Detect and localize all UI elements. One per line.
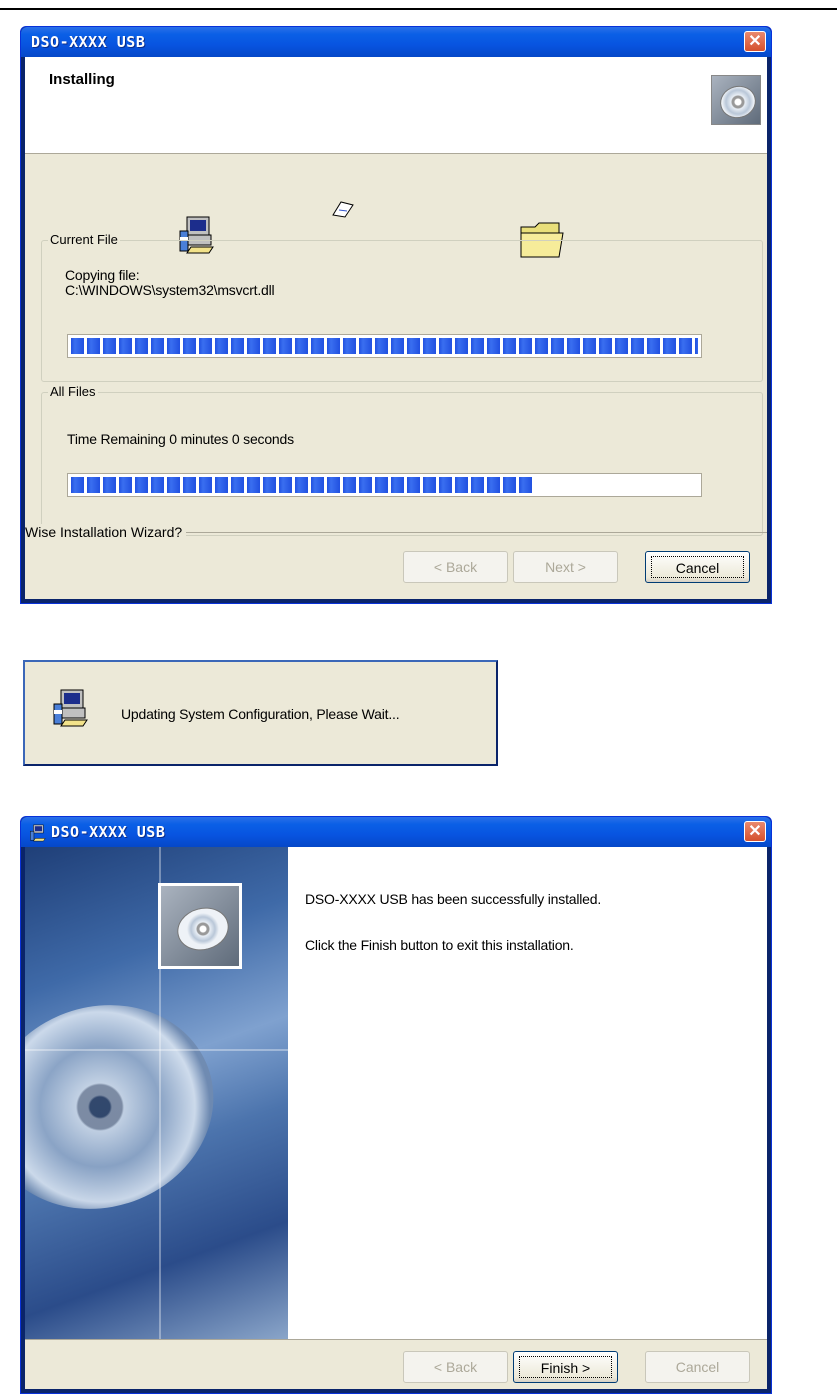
installer-computer-icon bbox=[30, 824, 46, 842]
window-client-area: DSO-XXXX USB has been successfully insta… bbox=[25, 847, 767, 1389]
installer-computer-icon bbox=[53, 689, 88, 727]
next-button[interactable]: Next > bbox=[513, 551, 618, 583]
copying-path: C:\WINDOWS\system32\msvcrt.dll bbox=[65, 282, 275, 298]
cd-icon bbox=[158, 883, 242, 969]
back-button-label: < Back bbox=[433, 559, 478, 575]
window-client-area: Installing Current File Copying file: C:… bbox=[25, 57, 767, 599]
window-title: DSO-XXXX USB bbox=[31, 33, 146, 51]
updating-config-dialog: Updating System Configuration, Please Wa… bbox=[23, 660, 498, 766]
cancel-button[interactable]: Cancel bbox=[645, 1351, 750, 1383]
cd-icon bbox=[711, 75, 761, 125]
all-files-progress-fill bbox=[71, 477, 535, 493]
cancel-button-label: Cancel bbox=[675, 1359, 720, 1375]
current-file-group-label: Current File bbox=[48, 232, 120, 248]
current-file-progress-bar bbox=[67, 334, 702, 358]
title-bar[interactable]: DSO-XXXX USB ✕ bbox=[21, 27, 771, 57]
back-button[interactable]: < Back bbox=[403, 1351, 508, 1383]
finish-button[interactable]: Finish > bbox=[513, 1351, 618, 1383]
title-bar[interactable]: DSO-XXXX USB ✕ bbox=[21, 817, 771, 847]
all-files-group-label: All Files bbox=[48, 384, 98, 400]
installing-window: DSO-XXXX USB ✕ Installing Current File C… bbox=[20, 26, 772, 604]
window-title: DSO-XXXX USB bbox=[51, 823, 166, 841]
all-files-progress-bar bbox=[67, 473, 702, 497]
wizard-header: Installing bbox=[25, 57, 767, 154]
back-button-label: < Back bbox=[433, 1359, 478, 1375]
paper-flying-icon bbox=[332, 201, 354, 218]
finish-button-label: Finish > bbox=[519, 1356, 612, 1378]
next-button-label: Next > bbox=[545, 559, 586, 575]
current-file-progress-fill bbox=[71, 338, 698, 354]
close-button[interactable]: ✕ bbox=[744, 821, 766, 842]
copying-label: Copying file: bbox=[65, 267, 140, 283]
side-banner-image bbox=[25, 847, 288, 1339]
updating-message: Updating System Configuration, Please Wa… bbox=[121, 706, 400, 722]
footer-label: Wise Installation Wizard? bbox=[25, 524, 187, 540]
success-message: DSO-XXXX USB has been successfully insta… bbox=[305, 891, 602, 907]
close-icon: ✕ bbox=[748, 823, 762, 840]
finish-window: DSO-XXXX USB ✕ DSO-XXXX USB has been suc… bbox=[20, 816, 772, 1394]
back-button[interactable]: < Back bbox=[403, 551, 508, 583]
all-files-group: All Files Time Remaining 0 minutes 0 sec… bbox=[41, 384, 763, 536]
close-button[interactable]: ✕ bbox=[744, 31, 766, 52]
cancel-button[interactable]: Cancel bbox=[645, 551, 750, 583]
page-top-rule bbox=[0, 8, 837, 10]
cancel-button-label: Cancel bbox=[651, 556, 744, 578]
content-area: DSO-XXXX USB has been successfully insta… bbox=[25, 847, 767, 1340]
current-file-group: Current File Copying file: C:\WINDOWS\sy… bbox=[41, 232, 763, 382]
time-remaining: Time Remaining 0 minutes 0 seconds bbox=[67, 431, 294, 447]
header-title: Installing bbox=[49, 71, 115, 88]
finish-instruction: Click the Finish button to exit this ins… bbox=[305, 937, 574, 953]
close-icon: ✕ bbox=[748, 33, 762, 50]
